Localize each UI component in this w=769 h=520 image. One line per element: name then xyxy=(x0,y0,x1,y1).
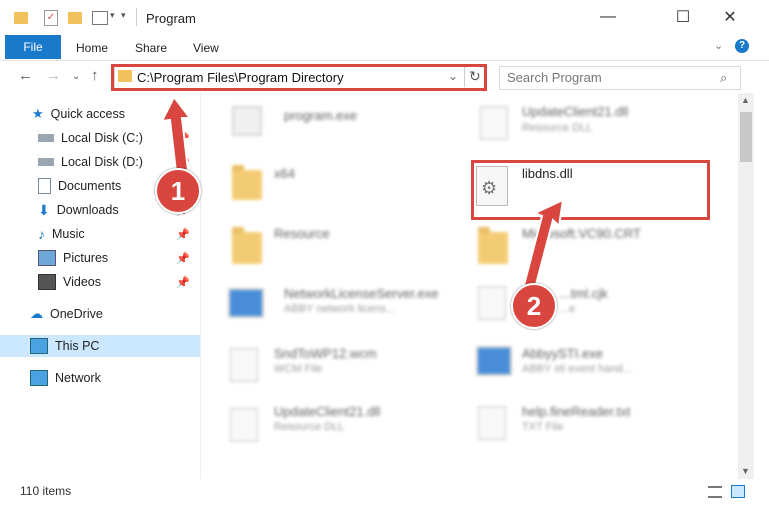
arrow-1 xyxy=(160,95,193,174)
annotation-arrows xyxy=(160,95,565,294)
arrow-2 xyxy=(521,198,565,294)
callout-badge-2: 2 xyxy=(511,283,557,329)
callout-badge-1: 1 xyxy=(155,168,201,214)
